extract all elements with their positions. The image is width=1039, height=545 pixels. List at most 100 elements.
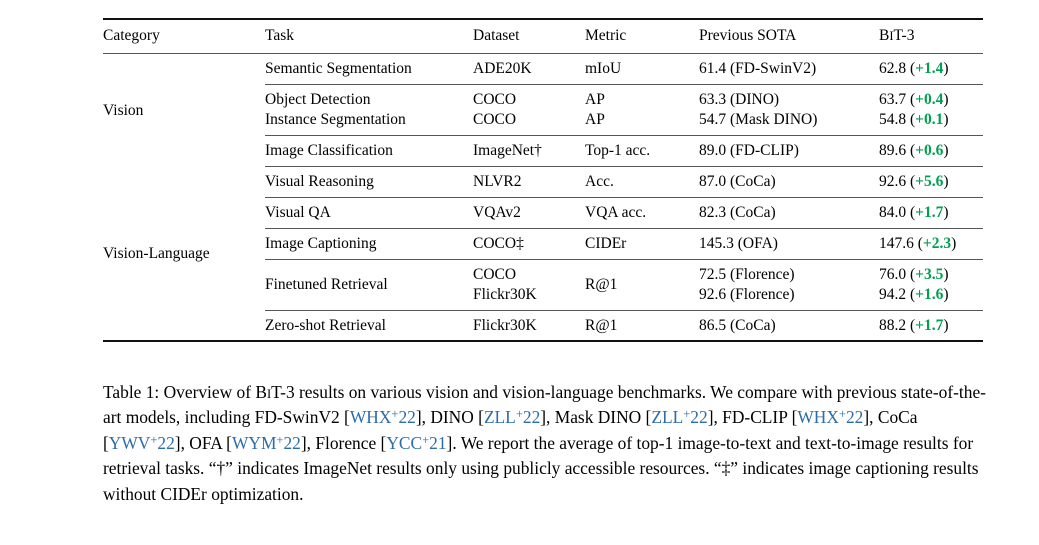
caption-label: Table 1: xyxy=(103,382,160,402)
table-header: Category Task Dataset Metric Previous SO… xyxy=(103,20,983,53)
dataset-line: COCO xyxy=(473,265,517,283)
column-header-metric: Metric xyxy=(585,27,627,44)
delta-value: +3.5 xyxy=(915,265,944,283)
delta-value: +0.1 xyxy=(915,111,944,129)
beit3-cell: 84.0 (+1.7) xyxy=(879,203,949,221)
beit3-value: 94.2 xyxy=(879,285,907,303)
metric-cell: VQA acc. xyxy=(585,203,647,221)
table-row: Vision-Language Visual Reasoning NLVR2 A… xyxy=(103,167,983,262)
beit3-cell: 62.8 (+1.4) xyxy=(879,59,949,77)
beit3-value: 89.6 xyxy=(879,142,907,160)
dataset-cell: COCO xyxy=(473,90,517,108)
table-header-row: Category Task Dataset Metric Previous SO… xyxy=(103,20,983,53)
dataset-cell: VQAv2 xyxy=(473,203,521,221)
citation-link[interactable]: YCC+21 xyxy=(386,433,446,453)
citation-link[interactable]: WHX+22 xyxy=(797,407,863,427)
beit3-value: 54.8 xyxy=(879,111,907,129)
task-cell: Semantic Segmentation xyxy=(265,59,412,77)
dataset-cell: COCO xyxy=(473,111,517,129)
beit3-cell: 63.7 (+0.4) xyxy=(879,90,949,108)
task-cell: Finetuned Retrieval xyxy=(265,275,388,293)
beit3-cell: 76.0 (+3.5) 94.2 (+1.6) xyxy=(879,260,983,310)
beit3-cell: 88.2 (+1.7) xyxy=(879,316,949,334)
results-table-container: Category Task Dataset Metric Previous SO… xyxy=(103,18,983,343)
sota-line: 92.6 (Florence) xyxy=(699,285,795,303)
sota-cell: 61.4 (FD-SwinV2) xyxy=(699,59,817,77)
sota-line: 72.5 (Florence) xyxy=(699,265,795,283)
column-header-category: Category xyxy=(103,27,160,44)
results-table: Category Task Dataset Metric Previous SO… xyxy=(103,20,983,340)
sota-cell: 54.7 (Mask DINO) xyxy=(699,111,818,129)
metric-cell: AP xyxy=(585,90,605,108)
citation-link[interactable]: ZLL+22 xyxy=(484,407,540,427)
beit3-value: 62.8 xyxy=(879,59,907,77)
citation-link[interactable]: YWV+22 xyxy=(109,433,175,453)
beit3-value: 76.0 xyxy=(879,265,907,283)
sota-cell: 63.3 (DINO) xyxy=(699,90,780,108)
task-cell: Image Captioning xyxy=(265,234,377,252)
dataset-cell: NLVR2 xyxy=(473,173,522,191)
delta-value: +2.3 xyxy=(922,234,952,252)
task-cell: Instance Segmentation xyxy=(265,111,406,129)
beit3-value: 63.7 xyxy=(879,90,907,108)
sota-cell: 86.5 (CoCa) xyxy=(699,316,776,334)
task-cell: Visual QA xyxy=(265,203,331,221)
sota-cell: 72.5 (Florence) 92.6 (Florence) xyxy=(699,260,879,310)
delta-value: +5.6 xyxy=(915,173,944,191)
metric-cell: R@1 xyxy=(585,275,618,293)
citation-link[interactable]: ZLL+22 xyxy=(651,407,707,427)
delta-value: +1.6 xyxy=(915,285,944,303)
table-row: Vision Semantic Segmentation ADE20K mIoU… xyxy=(103,54,983,119)
metric-cell: mIoU xyxy=(585,59,622,77)
beit3-value: 88.2 xyxy=(879,316,907,334)
task-cell: Visual Reasoning xyxy=(265,173,374,191)
column-header-dataset: Dataset xyxy=(473,27,520,44)
metric-cell: AP xyxy=(585,111,605,129)
caption-text-1: Overview of B xyxy=(159,382,267,402)
sota-cell: 145.3 (OFA) xyxy=(699,234,778,252)
sota-cell: 87.0 (CoCa) xyxy=(699,173,776,191)
task-cell: Zero-shot Retrieval xyxy=(265,316,386,334)
delta-value: +1.4 xyxy=(915,59,944,77)
column-header-task: Task xyxy=(265,27,295,44)
metric-cell: R@1 xyxy=(585,316,618,334)
table-bottom-rule xyxy=(103,340,983,343)
beit3-cell: 89.6 (+0.6) xyxy=(879,142,949,160)
dataset-cell: ImageNet† xyxy=(473,142,542,160)
dataset-cell: ADE20K xyxy=(473,59,532,77)
beit3-value: 147.6 xyxy=(879,234,914,252)
citation-link[interactable]: WYM+22 xyxy=(232,433,301,453)
category-cell-vision-language: Vision-Language xyxy=(103,244,210,262)
beit3-line: 94.2 (+1.6) xyxy=(879,285,949,303)
column-header-beit3: BiT-3 xyxy=(879,20,983,53)
table-caption: Table 1: Overview of BiT-3 results on va… xyxy=(103,380,996,507)
dataset-cell: Flickr30K xyxy=(473,316,537,334)
metric-cell: CIDEr xyxy=(585,234,627,252)
category-cell-vision: Vision xyxy=(103,101,144,119)
delta-value: +1.7 xyxy=(915,316,944,334)
caption-text-3: ], DINO [ xyxy=(415,407,484,428)
citation-link[interactable]: WHX+22 xyxy=(350,407,416,427)
delta-value: +0.4 xyxy=(915,90,944,108)
beit3-line: 76.0 (+3.5) xyxy=(879,265,949,283)
dataset-cell: COCO Flickr30K xyxy=(473,260,585,310)
sota-cell: 89.0 (FD-CLIP) xyxy=(699,142,799,160)
task-cell: Object Detection xyxy=(265,90,371,108)
caption-text-7: ], OFA [ xyxy=(174,432,232,453)
paper-figure-page: Category Task Dataset Metric Previous SO… xyxy=(0,0,1039,545)
delta-value: +1.7 xyxy=(915,203,944,221)
column-header-previous-sota: Previous SOTA xyxy=(699,27,797,44)
caption-text-5: ], FD-CLIP [ xyxy=(707,407,798,428)
sota-cell: 82.3 (CoCa) xyxy=(699,203,776,221)
delta-value: +0.6 xyxy=(915,142,944,160)
caption-text-4: ], Mask DINO [ xyxy=(540,407,652,428)
caption-text-8: ], Florence [ xyxy=(300,432,387,453)
dataset-cell: COCO‡ xyxy=(473,234,524,252)
beit3-value: 84.0 xyxy=(879,203,907,221)
beit3-cell: 92.6 (+5.6) xyxy=(879,173,949,191)
dataset-line: Flickr30K xyxy=(473,285,537,303)
beit3-value: 92.6 xyxy=(879,173,907,191)
beit3-cell: 54.8 (+0.1) xyxy=(879,111,949,129)
metric-cell: Top-1 acc. xyxy=(585,142,651,160)
task-cell: Image Classification xyxy=(265,142,393,160)
